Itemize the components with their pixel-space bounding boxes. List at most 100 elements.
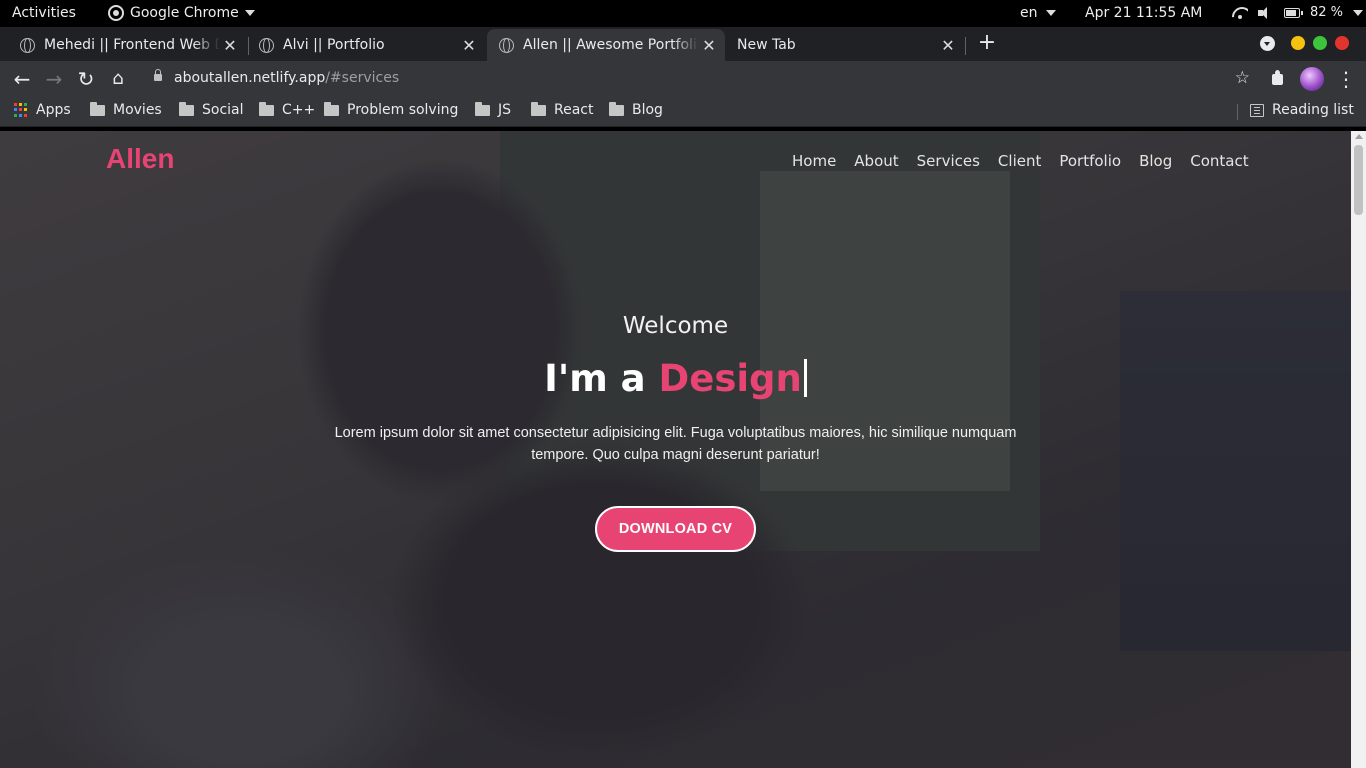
app-menu[interactable]: Google Chrome bbox=[108, 5, 255, 21]
bookmark-label: Blog bbox=[632, 102, 663, 118]
folder-icon bbox=[609, 101, 624, 116]
globe-icon bbox=[499, 37, 514, 53]
close-icon[interactable]: ✕ bbox=[459, 36, 479, 55]
download-cv-button[interactable]: DOWNLOAD CV bbox=[594, 506, 757, 552]
nav-link-contact[interactable]: Contact bbox=[1190, 152, 1248, 170]
nav-link-blog[interactable]: Blog bbox=[1139, 152, 1172, 170]
headline-prefix: I'm a bbox=[544, 357, 646, 400]
site-navbar: Allen Home About Services Client Portfol… bbox=[0, 131, 1351, 193]
bookmark-folder-social[interactable]: Social bbox=[179, 101, 244, 118]
bookmark-label: Problem solving bbox=[347, 102, 459, 118]
bookmark-label: JS bbox=[498, 102, 512, 118]
bookmark-star-icon[interactable]: ☆ bbox=[1235, 68, 1250, 88]
battery-percent: 82 % bbox=[1310, 5, 1344, 20]
reload-button[interactable]: ↻ bbox=[74, 67, 98, 91]
site-logo[interactable]: Allen bbox=[106, 143, 174, 175]
wifi-icon bbox=[1232, 7, 1248, 19]
lock-icon[interactable] bbox=[154, 69, 162, 81]
close-window-button[interactable] bbox=[1335, 36, 1349, 50]
folder-icon bbox=[324, 101, 339, 116]
bookmark-folder-blog[interactable]: Blog bbox=[609, 101, 663, 118]
app-name: Google Chrome bbox=[130, 5, 239, 21]
tab-title: Mehedi || Frontend Web Developer bbox=[44, 37, 220, 53]
minimize-button[interactable] bbox=[1291, 36, 1305, 50]
nav-link-client[interactable]: Client bbox=[998, 152, 1041, 170]
scroll-up-arrow-icon[interactable] bbox=[1355, 134, 1363, 139]
menu-kebab-icon[interactable]: ⋮ bbox=[1336, 67, 1356, 91]
battery-level-fill bbox=[1286, 9, 1296, 16]
bookmark-folder-movies[interactable]: Movies bbox=[90, 101, 162, 118]
tab-search-icon[interactable] bbox=[1260, 36, 1275, 51]
tab-strip: Mehedi || Frontend Web Developer ✕ Alvi … bbox=[0, 27, 1366, 61]
volume-icon bbox=[1258, 6, 1274, 19]
bookmark-apps[interactable]: Apps bbox=[14, 102, 71, 118]
home-button[interactable]: ⌂ bbox=[106, 67, 130, 91]
tab-allen[interactable]: Allen || Awesome Portfolio ✕ bbox=[487, 29, 725, 61]
nav-link-about[interactable]: About bbox=[854, 152, 898, 170]
reading-list-label: Reading list bbox=[1272, 102, 1354, 118]
hero-paragraph: Lorem ipsum dolor sit amet consectetur a… bbox=[334, 425, 1017, 463]
bookmark-folder-problem-solving[interactable]: Problem solving bbox=[324, 101, 459, 118]
reading-list-icon bbox=[1250, 103, 1264, 117]
new-tab-button[interactable]: + bbox=[975, 31, 999, 55]
language-label: en bbox=[1020, 5, 1038, 21]
chevron-down-icon bbox=[244, 10, 255, 16]
nav-link-portfolio[interactable]: Portfolio bbox=[1059, 152, 1121, 170]
globe-icon bbox=[259, 37, 274, 53]
status-menu[interactable]: 82 % bbox=[1232, 5, 1364, 20]
bookmark-label: React bbox=[554, 102, 594, 118]
url-host: aboutallen.netlify.app bbox=[174, 70, 326, 86]
typed-word: Design bbox=[658, 357, 802, 400]
bookmarks-bar: Apps Movies Social C++ Problem solving J… bbox=[0, 97, 1366, 127]
profile-avatar[interactable] bbox=[1300, 67, 1324, 91]
chevron-down-icon bbox=[1353, 9, 1364, 16]
close-icon[interactable]: ✕ bbox=[220, 36, 240, 55]
tab-alvi[interactable]: Alvi || Portfolio ✕ bbox=[247, 29, 485, 61]
typing-cursor bbox=[803, 359, 807, 397]
site-menu: Home About Services Client Portfolio Blo… bbox=[792, 152, 1249, 170]
bookmark-label: Social bbox=[202, 102, 244, 118]
chevron-down-icon bbox=[1045, 10, 1056, 16]
bookmark-folder-js[interactable]: JS bbox=[475, 101, 512, 118]
web-viewport: Allen Home About Services Client Portfol… bbox=[0, 131, 1351, 768]
forward-button[interactable]: → bbox=[42, 67, 66, 91]
battery-icon bbox=[1284, 7, 1303, 18]
folder-icon bbox=[531, 101, 546, 116]
language-selector[interactable]: en bbox=[1020, 5, 1056, 21]
nav-link-home[interactable]: Home bbox=[792, 152, 836, 170]
bookmark-label: Movies bbox=[113, 102, 162, 118]
tab-mehedi[interactable]: Mehedi || Frontend Web Developer ✕ bbox=[8, 29, 246, 61]
close-icon[interactable]: ✕ bbox=[938, 36, 958, 55]
clock[interactable]: Apr 21 11:55 AM bbox=[1085, 5, 1202, 21]
nav-link-services[interactable]: Services bbox=[917, 152, 980, 170]
page-scrollbar[interactable] bbox=[1351, 131, 1366, 768]
hero-welcome: Welcome bbox=[622, 313, 729, 339]
hero-headline: I'm a Design bbox=[0, 357, 1351, 400]
scrollbar-thumb[interactable] bbox=[1354, 145, 1363, 215]
close-icon[interactable]: ✕ bbox=[699, 36, 719, 55]
tab-title: Allen || Awesome Portfolio bbox=[523, 37, 699, 53]
url-path: /#services bbox=[325, 70, 400, 86]
system-top-bar: Activities Google Chrome en Apr 21 11:55… bbox=[0, 0, 1366, 27]
extensions-icon[interactable] bbox=[1270, 70, 1286, 86]
address-bar[interactable]: aboutallen.netlify.app/#services ☆ bbox=[140, 64, 1266, 94]
folder-icon bbox=[475, 101, 490, 116]
chrome-icon bbox=[108, 5, 124, 21]
folder-icon bbox=[90, 101, 105, 116]
tab-title: New Tab bbox=[737, 37, 796, 53]
folder-icon bbox=[259, 101, 274, 116]
url-text[interactable]: aboutallen.netlify.app/#services bbox=[174, 70, 399, 86]
bookmark-label: Apps bbox=[36, 102, 71, 118]
hero-section: Welcome I'm a Design Lorem ipsum dolor s… bbox=[0, 313, 1351, 552]
activities-button[interactable]: Activities bbox=[12, 5, 76, 21]
reading-list-button[interactable]: Reading list bbox=[1250, 102, 1354, 118]
tab-title: Alvi || Portfolio bbox=[283, 37, 385, 53]
bookmarks-separator bbox=[1237, 104, 1238, 120]
bookmark-folder-react[interactable]: React bbox=[531, 101, 594, 118]
bookmark-folder-cpp[interactable]: C++ bbox=[259, 101, 315, 118]
tab-separator bbox=[965, 37, 966, 55]
browser-toolbar: ← → ↻ ⌂ aboutallen.netlify.app/#services… bbox=[0, 61, 1366, 97]
tab-new-tab[interactable]: New Tab ✕ bbox=[726, 29, 964, 61]
maximize-button[interactable] bbox=[1313, 36, 1327, 50]
back-button[interactable]: ← bbox=[10, 67, 34, 91]
